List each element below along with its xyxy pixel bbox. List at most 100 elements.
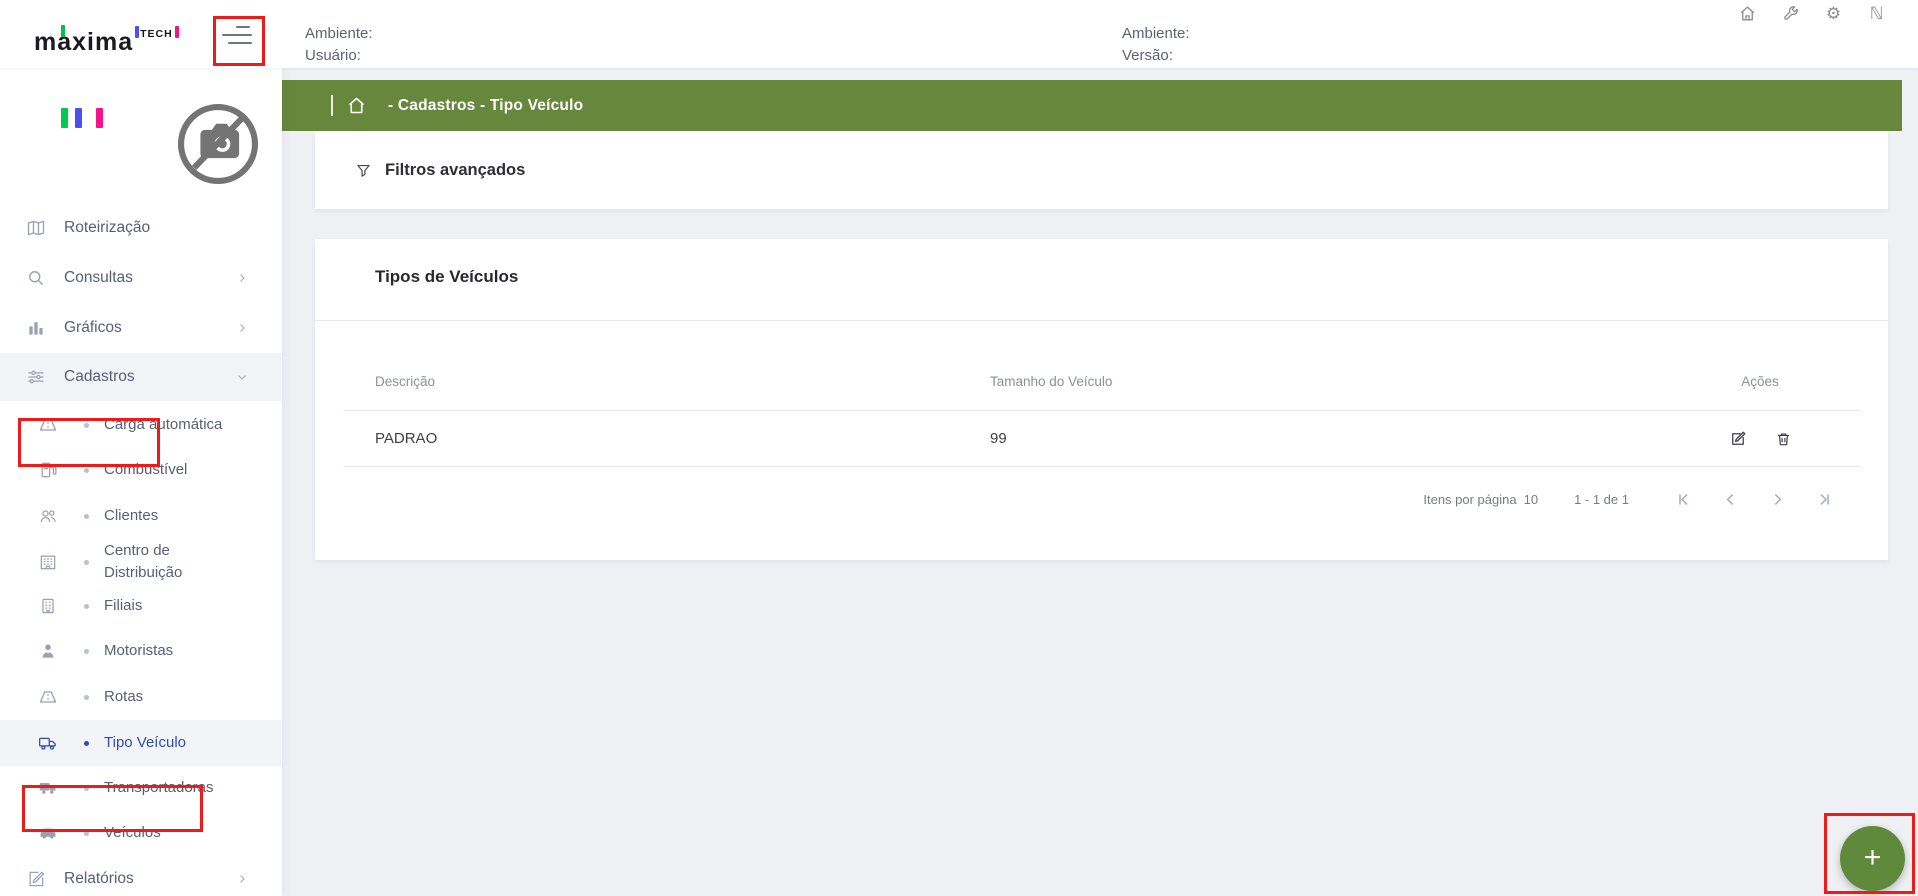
advanced-filters-toggle[interactable]: Filtros avançados	[355, 131, 525, 209]
brand-logo-text: maxima	[34, 28, 134, 56]
version-label: Versão:	[1122, 47, 1173, 64]
map-icon	[26, 218, 46, 238]
advanced-filters-label: Filtros avançados	[385, 160, 526, 179]
cell-actions	[1685, 430, 1835, 448]
divider	[315, 320, 1888, 321]
n-brand-icon[interactable]: ℕ	[1867, 4, 1886, 23]
sidebar-item-label: Transportadoras	[104, 779, 214, 796]
sidebar-item-label: Filiais	[104, 597, 143, 614]
column-header-acoes: Ações	[1741, 374, 1779, 389]
car-icon	[38, 823, 58, 843]
bullet-dot	[84, 559, 89, 565]
sidebar-item-carga-automatica[interactable]: Carga automática	[0, 402, 282, 448]
broken-image-avatar	[174, 100, 262, 188]
bullet-dot	[84, 785, 89, 791]
wrench-icon[interactable]	[1781, 4, 1800, 23]
search-icon	[26, 268, 46, 288]
table-header-row: Descrição Tamanho do Veículo Ações	[375, 359, 1835, 404]
sidebar: Roteirização Consultas Gráficos Cadastro…	[0, 68, 282, 896]
bullet-dot	[84, 422, 89, 428]
logo-marks-icon	[61, 108, 103, 128]
next-page-icon[interactable]	[1769, 491, 1786, 508]
breadcrumb-separator	[331, 95, 333, 116]
users-icon	[38, 506, 58, 526]
divider	[343, 466, 1860, 467]
app-root: maxima TECH Ambiente: Usuário: Ambiente:…	[0, 0, 1918, 896]
bullet-dot	[84, 830, 89, 836]
previous-page-icon[interactable]	[1722, 491, 1739, 508]
sidebar-item-clientes[interactable]: Clientes	[0, 493, 282, 539]
breadcrumb-bar: - Cadastros - Tipo Veículo	[282, 80, 1902, 131]
bullet-dot	[84, 694, 89, 700]
sidebar-item-label: Centro de Distribuição	[104, 542, 183, 581]
sidebar-item-combustivel[interactable]: Combustível	[0, 447, 282, 493]
sidebar-item-label: Carga automática	[104, 416, 223, 433]
sidebar-item-label: Motoristas	[104, 642, 174, 659]
home-icon[interactable]	[346, 95, 367, 116]
environment-label: Ambiente:	[305, 25, 373, 42]
sidebar-item-centro-de-distribuicao[interactable]: Centro de Distribuição	[0, 537, 282, 587]
branch-building-icon	[38, 596, 58, 616]
building-icon	[38, 552, 58, 572]
add-vehicle-type-fab[interactable]: +	[1840, 826, 1905, 891]
logo-tick-green-icon	[61, 25, 65, 37]
sidebar-item-cadastros[interactable]: Cadastros	[0, 353, 282, 401]
last-page-icon[interactable]	[1816, 491, 1833, 508]
sidebar-item-transportadoras[interactable]: Transportadoras	[0, 765, 282, 811]
items-per-page-select[interactable]: 10	[1524, 492, 1538, 507]
advanced-filters-panel: Filtros avançados	[315, 131, 1888, 209]
bar-chart-icon	[26, 318, 46, 338]
topbar-icon-group: ⚙ ℕ	[1738, 4, 1886, 23]
edit-icon[interactable]	[1729, 430, 1747, 448]
top-header-bar: maxima TECH Ambiente: Usuário: Ambiente:…	[0, 0, 1918, 68]
column-header-descricao: Descrição	[375, 374, 436, 389]
chevron-right-icon	[236, 873, 248, 885]
sidebar-item-motoristas[interactable]: Motoristas	[0, 628, 282, 674]
sidebar-item-label: Combustível	[104, 461, 188, 478]
road-icon	[38, 687, 58, 707]
brand-logo: maxima TECH	[34, 25, 179, 56]
brand-logo-sub: TECH	[140, 28, 173, 40]
table-row[interactable]: PADRAO 99	[375, 411, 1835, 466]
sidebar-item-consultas[interactable]: Consultas	[0, 255, 282, 301]
gear-icon[interactable]: ⚙	[1824, 4, 1843, 23]
report-icon	[26, 869, 46, 889]
home-icon[interactable]	[1738, 4, 1757, 23]
sidebar-item-filiais[interactable]: Filiais	[0, 583, 282, 629]
sidebar-item-label: Roteirização	[64, 219, 151, 236]
sidebar-item-label: Consultas	[64, 269, 133, 286]
sidebar-item-relatorios[interactable]: Relatórios	[0, 856, 282, 896]
delete-trash-icon[interactable]	[1775, 430, 1792, 448]
sidebar-item-label: Clientes	[104, 507, 159, 524]
bullet-dot	[84, 740, 89, 746]
breadcrumb-path: - Cadastros - Tipo Veículo	[388, 96, 584, 114]
bullet-dot	[84, 603, 89, 609]
hamburger-icon	[236, 26, 250, 28]
vehicle-types-card: Tipos de Veículos Descrição Tamanho do V…	[315, 239, 1888, 560]
cell-descricao: PADRAO	[375, 430, 438, 447]
sidebar-item-label: Rotas	[104, 688, 144, 705]
filter-funnel-icon	[355, 162, 372, 179]
pagination-range-label: 1 - 1 de 1	[1574, 491, 1629, 507]
first-page-icon[interactable]	[1675, 491, 1692, 508]
sidebar-item-label: Tipo Veículo	[104, 734, 186, 751]
sidebar-item-roteirizacao[interactable]: Roteirização	[0, 205, 282, 251]
card-title: Tipos de Veículos	[375, 267, 519, 286]
sidebar-item-rotas[interactable]: Rotas	[0, 674, 282, 720]
sidebar-item-veiculos[interactable]: Veículos	[0, 810, 282, 856]
truck-outline-icon	[38, 733, 58, 753]
pagination-bar: Itens por página 10 1 - 1 de 1	[1423, 479, 1833, 519]
user-label: Usuário:	[305, 47, 361, 64]
sidebar-item-tipo-veiculo[interactable]: Tipo Veículo	[0, 720, 282, 766]
cell-tamanho: 99	[990, 430, 1007, 447]
logo-tick-blue-icon	[135, 26, 140, 38]
sidebar-toggle-button[interactable]	[222, 26, 252, 54]
plus-icon: +	[1863, 840, 1882, 874]
sliders-icon	[26, 367, 46, 387]
sidebar-item-label: Cadastros	[64, 368, 135, 385]
sidebar-item-graficos[interactable]: Gráficos	[0, 305, 282, 351]
logo-tick-pink-icon	[174, 26, 179, 38]
items-per-page-label: Itens por página	[1423, 491, 1517, 507]
truck-icon	[38, 778, 58, 798]
fuel-pump-icon	[38, 460, 58, 480]
